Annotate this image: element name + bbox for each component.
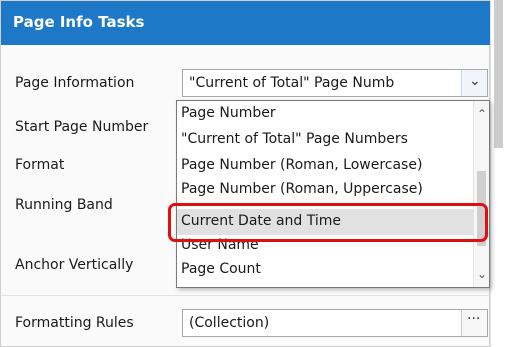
formatting-rules-field[interactable]: (Collection) ··· [182,309,488,337]
panel-scrollbar-thumb[interactable] [494,0,503,148]
list-item[interactable]: Page Number [181,105,276,121]
separator [1,295,491,296]
list-item[interactable]: Page Number (Roman, Uppercase) [181,181,423,197]
formatting-rules-value: (Collection) [189,315,270,331]
page-information-value: "Current of Total" Page Numb [189,75,395,91]
ellipsis-icon: ··· [467,311,481,327]
selection-highlight-box [168,203,488,242]
anchor-vertically-label: Anchor Vertically [15,257,134,273]
formatting-rules-ellipsis-button[interactable]: ··· [461,310,487,336]
panel-scrollbar[interactable] [490,0,505,347]
panel-title: Page Info Tasks [1,1,491,45]
list-item[interactable]: "Current of Total" Page Numbers [181,131,408,147]
dropdown-scrollbar[interactable]: ⌃ ⌄ [473,101,489,287]
chevron-down-icon: ⌄ [469,73,481,89]
page-information-label: Page Information [15,75,135,91]
list-item[interactable]: Page Count [181,261,261,277]
page-information-dropdown-button[interactable]: ⌄ [461,70,487,96]
start-page-number-label: Start Page Number [15,119,149,135]
scroll-up-icon[interactable]: ⌃ [477,107,487,121]
list-item[interactable]: Page Number (Roman, Lowercase) [181,157,422,173]
page-information-combo[interactable]: "Current of Total" Page Numb ⌄ [182,69,488,97]
running-band-label: Running Band [15,197,113,213]
format-label: Format [15,157,65,173]
page-information-dropdown-list[interactable]: Page Number "Current of Total" Page Numb… [176,100,490,288]
formatting-rules-label: Formatting Rules [15,315,134,331]
scroll-down-icon[interactable]: ⌄ [477,267,487,281]
